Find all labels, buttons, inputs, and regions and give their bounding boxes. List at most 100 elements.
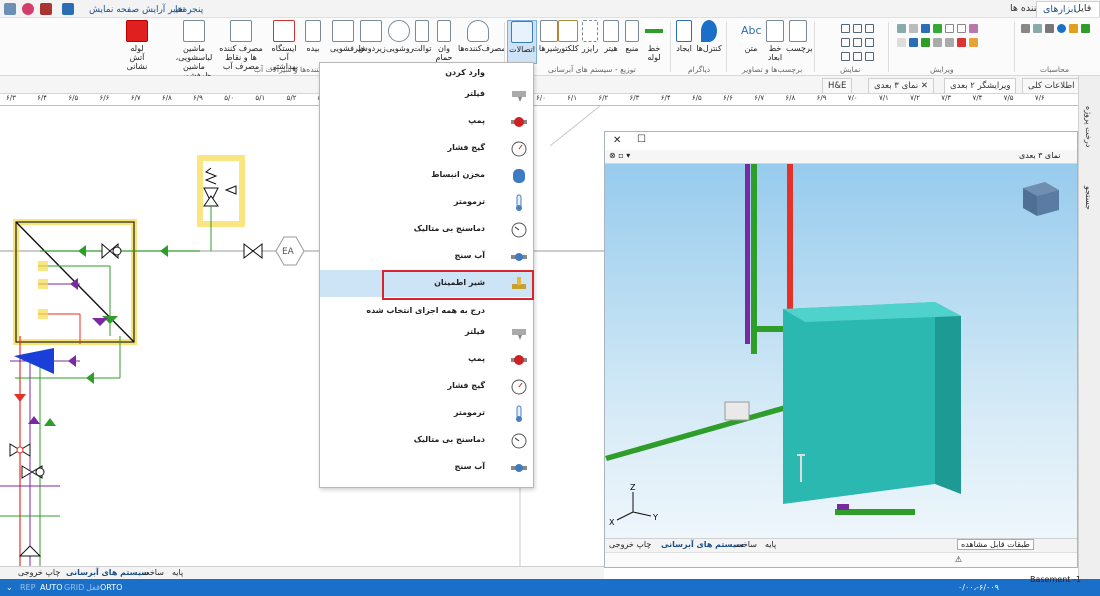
copy-icon[interactable] (909, 24, 918, 33)
bathtub-button[interactable]: وان حمام (434, 20, 454, 62)
zoom-in-icon[interactable] (841, 24, 850, 33)
zoom-fit-icon[interactable] (865, 24, 874, 33)
trim-icon[interactable] (933, 38, 942, 47)
fire-pipe-button[interactable]: لوله آتش نشانی (122, 20, 152, 71)
settings-icon[interactable] (4, 3, 16, 15)
status-rep[interactable]: REP (20, 579, 35, 596)
menu-item-water-meter-all[interactable]: آب سنج (320, 454, 533, 481)
search-tab[interactable]: جستجو (1084, 186, 1093, 210)
faucet-button[interactable]: مصرف کننده ها و نقاط مصرف آب (218, 20, 264, 71)
bottom-tab-base[interactable]: پایه (172, 568, 183, 577)
menu-item-thermometer-all[interactable]: ترمومتر (320, 400, 533, 427)
calc-settings-icon[interactable] (1021, 24, 1030, 33)
zoom-extent-icon[interactable] (865, 52, 874, 61)
window-controls[interactable]: ⊗ ▫ ▾ (609, 151, 630, 160)
dimension-button[interactable]: خط ابعاد (764, 20, 786, 62)
tab-general-info[interactable]: اطلاعات کلی (1022, 78, 1081, 93)
level-selector[interactable]: Basement -1 (1030, 571, 1081, 588)
check-valve-symbol[interactable] (243, 242, 263, 260)
menu-item-water-meter[interactable]: آب سنج (320, 243, 533, 270)
toilet-button[interactable]: توالت (412, 20, 432, 53)
calc-table-icon[interactable] (1045, 24, 1054, 33)
calc-warning-icon[interactable] (1069, 24, 1078, 33)
heater-button[interactable]: هیتر (601, 20, 621, 53)
menu-item-pump[interactable]: پمپ (320, 108, 533, 135)
tab-2d-editor[interactable]: ویرایشگر ۲ بعدی (944, 78, 1017, 93)
valve-symbol[interactable] (9, 443, 45, 479)
riser-button[interactable]: رایزر (580, 20, 600, 53)
warning-icon[interactable]: ⚠ (955, 555, 962, 564)
tab-he[interactable]: H&E (822, 78, 853, 93)
zoom-window-icon[interactable] (841, 38, 850, 47)
windows-dropdown[interactable]: پنجره‌ها (170, 2, 208, 16)
zoom-out-icon[interactable] (853, 24, 862, 33)
mirror-icon[interactable] (933, 24, 942, 33)
menu-item-pressure-gauge-all[interactable]: گیج فشار (320, 373, 533, 400)
washing-machine-button[interactable]: ماشین لباسشویی، ماشین ظرفشویی (172, 20, 216, 80)
tab-file[interactable]: فایل (1068, 1, 1097, 17)
tank-button[interactable]: منبع (623, 20, 641, 53)
delete-icon[interactable] (957, 38, 966, 47)
pan-icon[interactable] (865, 38, 874, 47)
menu-item-expansion-tank[interactable]: مخزن انبساط (320, 162, 533, 189)
zoom-all-icon[interactable] (853, 52, 862, 61)
array-icon[interactable] (957, 24, 966, 33)
footer-tab-base[interactable]: پایه (765, 540, 776, 549)
footer-tab-build[interactable]: ساخت (735, 540, 757, 549)
bottom-tab-print[interactable]: چاپ خروجی (18, 568, 60, 577)
close-icon[interactable]: ✕ (921, 81, 928, 91)
water-station-button[interactable]: ایستگاه آب بهداشتی (266, 20, 302, 71)
washbasin-button[interactable]: روشویی (386, 20, 413, 53)
water-drop-icon[interactable] (1057, 24, 1066, 33)
save-icon[interactable] (62, 3, 74, 15)
visible-layers-dropdown[interactable]: طبقات قابل مشاهده (957, 539, 1034, 550)
gate-valve-symbol[interactable] (101, 242, 122, 260)
calc-report-icon[interactable] (1081, 24, 1090, 33)
project-tree-tab[interactable]: درخت پروژه (1084, 106, 1093, 147)
footer-tab-water[interactable]: سیستم های آبرسانی (661, 540, 744, 549)
tab-3d-view[interactable]: نمای ۳ بعدی ✕ (868, 78, 934, 93)
status-grid[interactable]: GRID (64, 579, 84, 596)
properties-icon[interactable] (969, 38, 978, 47)
scale-icon[interactable] (969, 24, 978, 33)
stretch-icon[interactable] (945, 24, 954, 33)
bidet-button[interactable]: بیده (303, 20, 323, 53)
menu-item-thermometer[interactable]: ترمومتر (320, 189, 533, 216)
footer-tab-print[interactable]: چاپ خروجی (609, 540, 651, 549)
menu-item-bimetal-thermometer[interactable]: دماسنج بی متالیک (320, 216, 533, 243)
bottom-tab-water[interactable]: سیستم های آبرسانی (66, 568, 149, 577)
menu-item-bimetal-thermometer-all[interactable]: دماسنج بی متالیک (320, 427, 533, 454)
status-orto[interactable]: ORTO (100, 579, 122, 596)
connect-icon[interactable] (921, 38, 930, 47)
print-icon[interactable] (40, 3, 52, 15)
consumers-button[interactable]: مصرف‌کننده‌ها (458, 20, 506, 53)
sink-button[interactable]: ظرفشویی (330, 20, 365, 53)
menu-item-pump-all[interactable]: پمپ (320, 346, 533, 373)
fittings-button[interactable]: اتصالات (507, 20, 537, 64)
label-button[interactable]: برچسب (786, 20, 813, 53)
snap-icon[interactable] (909, 38, 918, 47)
chevron-down-icon[interactable]: ⌄ (6, 579, 13, 596)
status-lock[interactable]: قفل (86, 579, 100, 596)
app-icon[interactable] (22, 3, 34, 15)
controls-button[interactable]: کنترل‌ها (696, 20, 722, 53)
text-button[interactable]: Abc متن (740, 20, 762, 53)
diagram-create-button[interactable]: ایجاد (674, 20, 694, 53)
menu-item-filter-all[interactable]: فیلتر (320, 319, 533, 346)
move-icon[interactable] (897, 24, 906, 33)
menu-item-filter[interactable]: فیلتر (320, 81, 533, 108)
redraw-icon[interactable] (841, 52, 850, 61)
close-icon[interactable]: ✕ (613, 135, 621, 146)
rotate-icon[interactable] (921, 24, 930, 33)
shower-tray-button[interactable]: زیردوش (358, 20, 386, 53)
align-icon[interactable] (897, 38, 906, 47)
collector-button[interactable]: کلکتور (556, 20, 580, 53)
calc-run-icon[interactable] (1033, 24, 1042, 33)
maximize-icon[interactable]: ☐ (637, 134, 646, 145)
bottom-tab-build[interactable]: ساخت (142, 568, 164, 577)
extend-icon[interactable] (945, 38, 954, 47)
3d-viewport[interactable]: Z X Y (605, 164, 1077, 538)
safety-valve-symbol[interactable] (203, 167, 237, 251)
pipeline-button[interactable]: خط لوله (643, 20, 665, 62)
zoom-previous-icon[interactable] (853, 38, 862, 47)
